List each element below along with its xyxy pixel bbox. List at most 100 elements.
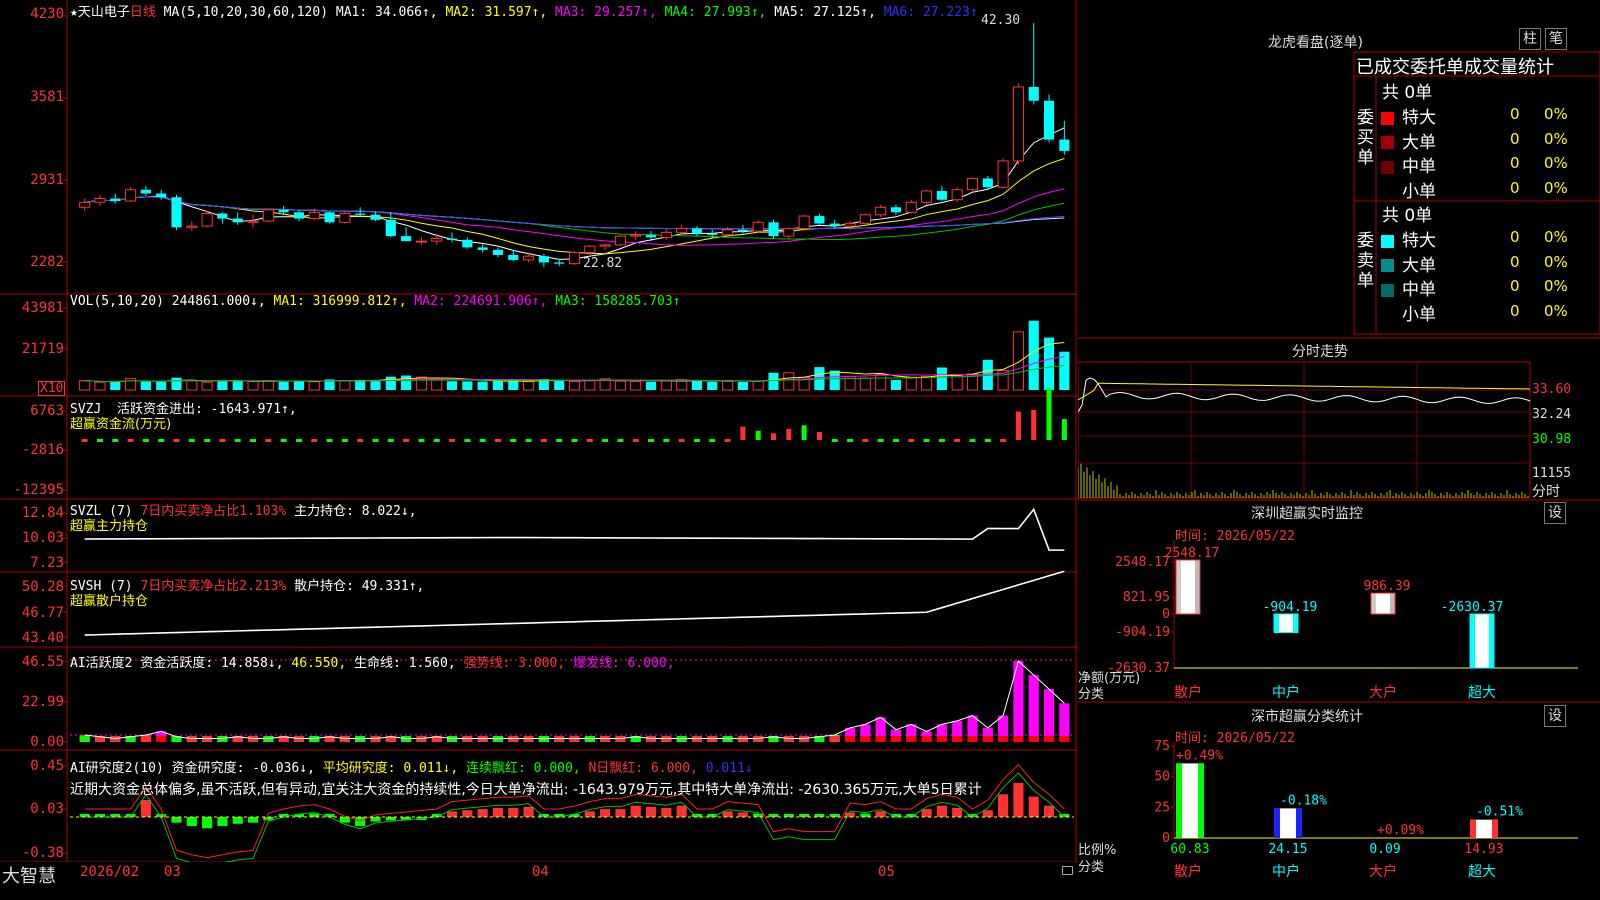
class-bar-edge	[1296, 808, 1302, 838]
flow-dash	[295, 439, 302, 442]
candle-body	[79, 201, 91, 208]
volume-bar	[660, 380, 672, 391]
monitor-category: 大户	[1369, 684, 1397, 701]
monitor-bar-edge	[1293, 614, 1298, 633]
candle-body	[278, 209, 289, 213]
flow-bar	[786, 428, 792, 440]
monitor-axis-label: 2548.17	[1115, 555, 1170, 570]
flow-dash	[586, 439, 593, 442]
lock-icon[interactable]	[1062, 866, 1073, 875]
class-bar-value: 60.83	[1170, 842, 1209, 857]
flow-dash	[494, 439, 501, 442]
flow-dash	[81, 439, 88, 442]
flow-dash	[311, 439, 318, 442]
candle-body	[247, 220, 259, 223]
candle-body	[951, 189, 963, 201]
volume-bar	[768, 372, 779, 390]
research-bar	[202, 817, 213, 829]
research-bar	[875, 811, 886, 817]
class-bar-edge	[1198, 763, 1204, 838]
class-bar-edge	[1470, 819, 1476, 838]
volume-bar	[462, 381, 473, 390]
volume-bar	[951, 374, 963, 391]
flow-dash	[357, 439, 364, 442]
candle-body	[446, 238, 458, 240]
volume-bar	[446, 381, 458, 390]
research-bar	[1043, 805, 1055, 817]
candle-body	[385, 219, 396, 237]
monitor-bar-edge	[1274, 614, 1279, 633]
ai-research-comment: 近期大资金总体偏多,虽不活跃,但有异动,宜关注大资金的持续性,今日大单净流出: …	[70, 782, 982, 798]
volume-bar	[645, 381, 657, 390]
flow-dash	[693, 439, 700, 442]
flow-dash	[571, 439, 578, 442]
flow-dash	[525, 439, 532, 442]
ma-line-5	[84, 127, 1065, 260]
research-bar	[1028, 796, 1039, 817]
research-bar	[186, 817, 197, 827]
candle-body	[125, 189, 137, 202]
volume-bar	[201, 381, 213, 391]
flow-dash	[464, 439, 471, 442]
volume-bar	[523, 381, 535, 391]
volume-bar	[140, 381, 151, 390]
svzl-sub: 超赢主力持仓	[70, 519, 149, 534]
volume-bar	[921, 376, 933, 391]
activity-base	[492, 736, 504, 742]
volume-bar	[630, 380, 642, 391]
candle-body	[492, 249, 504, 255]
flow-dash	[280, 439, 287, 442]
flow-bar	[1046, 388, 1052, 440]
volume-bar	[477, 381, 488, 390]
flow-dash	[709, 439, 716, 442]
volume-bar	[783, 372, 795, 391]
class-bar-edge	[1492, 819, 1498, 838]
research-bar	[232, 817, 243, 824]
volume-bar	[829, 370, 840, 390]
activity-base	[753, 736, 764, 742]
candle-body	[890, 207, 902, 213]
flow-dash	[204, 439, 211, 442]
research-bar	[477, 809, 488, 817]
flow-dash	[831, 439, 838, 442]
flow-bar	[1015, 411, 1021, 440]
candle-body	[339, 213, 351, 223]
right-panel: 龙虎看盘(逐单) 柱 笔 已成交委托单成交量统计 委买单 共 0单 特大 0 0% 大…	[1078, 0, 1600, 900]
research-bar	[645, 806, 657, 817]
candle-body	[1028, 86, 1039, 101]
class-bar-delta: +0.09%	[1377, 823, 1424, 838]
ma-line-30	[84, 196, 1065, 241]
candle-body	[859, 214, 871, 225]
candle-body	[982, 178, 993, 188]
flow-dash	[556, 439, 563, 442]
candle-body	[966, 177, 979, 191]
volume-bar	[1028, 320, 1039, 390]
volume-bar	[293, 380, 305, 390]
flow-dash	[724, 439, 731, 442]
research-bar	[844, 812, 856, 817]
svzj-axis-label: -2816	[21, 442, 64, 458]
candle-body	[645, 234, 657, 238]
monitor-axis-label: -2630.37	[1107, 661, 1170, 676]
candle-body	[1043, 100, 1055, 140]
research-bar	[355, 817, 366, 827]
activity-base	[1059, 736, 1070, 742]
volume-bar	[722, 380, 734, 391]
flow-dash	[142, 439, 149, 442]
flow-dash	[234, 439, 241, 442]
volume-bar	[752, 380, 764, 391]
activity-base	[110, 736, 121, 742]
research-bar	[508, 807, 519, 817]
research-bar	[492, 807, 504, 817]
activity-base	[462, 736, 473, 742]
candle-body	[630, 234, 642, 237]
research-bar	[982, 810, 993, 817]
svsh-axis-label: 46.77	[21, 605, 64, 621]
research-bar	[171, 817, 182, 823]
volume-bar	[339, 380, 351, 391]
volume-ma-line	[84, 341, 1065, 383]
period-label: 日线	[129, 5, 156, 20]
flow-bar	[770, 433, 777, 440]
volume-ma-line	[84, 365, 1065, 383]
volume-bar	[431, 379, 443, 391]
